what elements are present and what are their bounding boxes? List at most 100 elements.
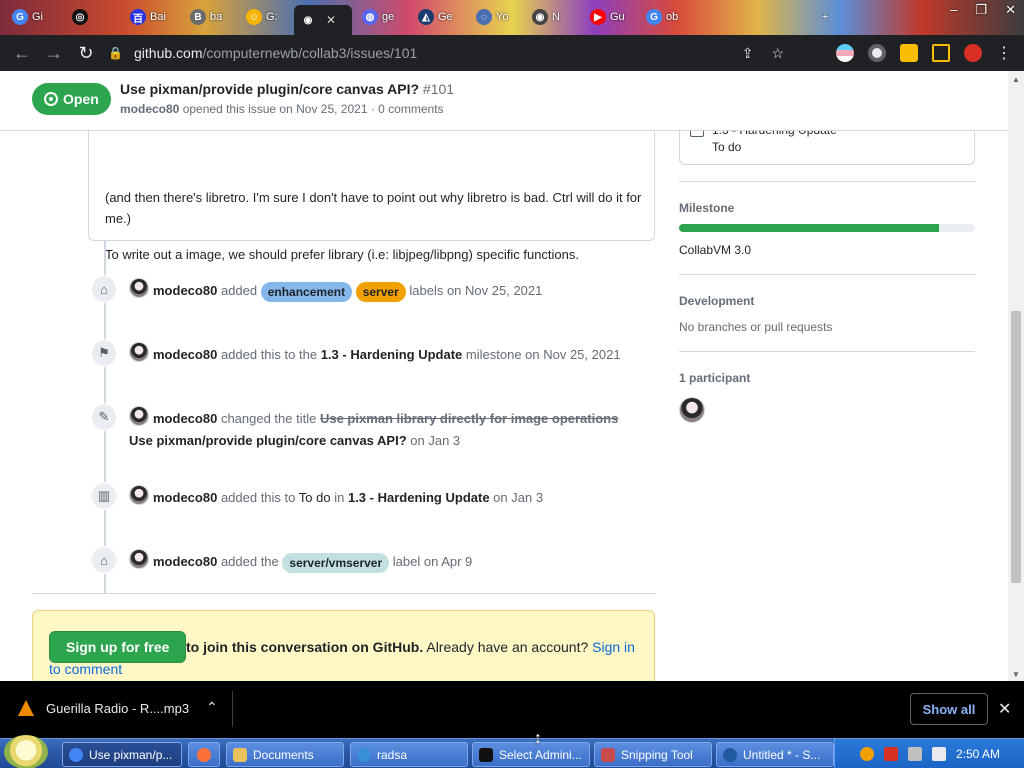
system-tray: 2:50 AM [834, 739, 1024, 768]
actor-link[interactable]: modeco80 [153, 411, 217, 426]
browser-tab[interactable]: ☺ G: [240, 3, 284, 31]
network-icon[interactable] [883, 747, 898, 761]
project-link[interactable]: 1.3 - Hardening Update [348, 490, 490, 505]
profile-flag-icon[interactable] [836, 44, 854, 62]
record-icon[interactable] [868, 44, 886, 62]
volume-icon[interactable] [931, 747, 946, 761]
show-all-button[interactable]: Show all [910, 693, 988, 725]
actor-link[interactable]: modeco80 [153, 490, 217, 505]
start-button[interactable] [4, 735, 48, 768]
vlc-icon [18, 700, 34, 716]
divider [232, 691, 233, 727]
actor-link[interactable]: modeco80 [153, 554, 217, 569]
monitor-icon[interactable] [907, 747, 922, 761]
browser-tab[interactable]: Bba [184, 3, 228, 31]
share-icon[interactable]: ⇪ [742, 45, 754, 62]
chrome-icon [69, 747, 83, 762]
maximize-icon[interactable]: ❐ [975, 2, 987, 18]
taskbar-item[interactable]: Use pixman/p... [62, 742, 182, 767]
issue-opened-icon [44, 92, 58, 106]
chevron-up-icon[interactable]: ⌃ [206, 699, 218, 716]
google-icon: G [12, 9, 28, 25]
taskbar-item[interactable]: Snipping Tool [594, 742, 712, 767]
browser-tab[interactable]: 百 Bai [124, 3, 172, 31]
taskbar-item[interactable]: Documents [226, 742, 344, 767]
close-icon[interactable]: ✕ [998, 699, 1011, 719]
sign-up-button[interactable]: Sign up for free [49, 631, 187, 663]
author-link[interactable]: modeco80 [120, 102, 179, 116]
page-scrollbar[interactable]: ▲ ▼ [1008, 71, 1024, 681]
scroll-up-icon[interactable]: ▲ [1012, 75, 1020, 84]
old-title: Use pixman library directly for image op… [319, 411, 619, 426]
new-tab-button[interactable]: + [816, 3, 834, 31]
divider [679, 181, 975, 182]
tag-icon: ⌂ [92, 547, 116, 573]
participants-heading: 1 participant [679, 371, 751, 385]
taskbar: Use pixman/p... Documents radsa Select A… [0, 735, 1024, 768]
forward-icon[interactable]: → [38, 37, 70, 69]
site-icon: ☺ [246, 9, 262, 25]
browser-tab[interactable]: ◌ Yo [470, 3, 514, 31]
avatar[interactable] [129, 485, 149, 505]
actor-link[interactable]: modeco80 [153, 283, 217, 298]
url-host: github.com [134, 45, 203, 61]
tag-icon: ⌂ [92, 276, 116, 302]
app-icon [357, 747, 371, 762]
avatar[interactable] [129, 406, 149, 426]
folder-icon [233, 747, 247, 762]
taskbar-item[interactable] [188, 742, 220, 767]
label-enhancement[interactable]: enhancement [260, 281, 353, 302]
star-icon[interactable]: ☆ [771, 45, 784, 62]
search-icon[interactable] [859, 747, 874, 761]
browser-tab-active[interactable]: ◉ ✕ [294, 5, 352, 35]
actor-link[interactable]: modeco80 [153, 347, 217, 362]
baidu-icon: 百 [130, 9, 146, 25]
taskbar-item[interactable]: Select Admini... [472, 742, 590, 767]
app-icon [723, 747, 737, 762]
browser-tab[interactable]: G Gi [6, 3, 49, 31]
browser-tab[interactable]: ◉ N [526, 3, 566, 31]
github-icon: ◉ [532, 9, 548, 25]
comment-paragraph: (and then there's libretro. I'm sure I d… [105, 190, 642, 226]
browser-tab[interactable]: Gob [640, 3, 684, 31]
milestone-link[interactable]: 1.3 - Hardening Update [321, 347, 463, 362]
back-icon[interactable]: ← [6, 37, 38, 69]
scroll-down-icon[interactable]: ▼ [1012, 670, 1020, 679]
avatar[interactable] [129, 549, 149, 569]
divider [679, 274, 975, 275]
browser-tab[interactable]: ◎ [66, 3, 94, 31]
scroll-thumb[interactable] [1011, 311, 1021, 583]
minimize-icon[interactable]: – [950, 2, 957, 18]
close-window-icon[interactable]: ✕ [1005, 2, 1016, 18]
puzzle-icon[interactable] [900, 44, 918, 62]
divider [679, 351, 975, 352]
taskbar-item[interactable]: Untitled * - S... [716, 742, 834, 767]
browser-tab[interactable]: ◍ ge [356, 3, 400, 31]
download-item[interactable]: Guerilla Radio - R....mp3 [18, 700, 189, 716]
signup-prompt: to join this conversation on GitHub. Alr… [32, 610, 655, 681]
label-server-vmserver[interactable]: server/vmserver [282, 552, 390, 573]
label-server[interactable]: server [355, 281, 406, 302]
sidepanel-icon[interactable] [932, 44, 950, 62]
discord-icon: ◍ [362, 9, 378, 25]
participant-avatar[interactable] [679, 397, 705, 423]
address-bar[interactable]: 🔒 github.com/computernewb/collab3/issues… [108, 39, 824, 67]
url-path: /computernewb/collab3/issues/101 [202, 45, 418, 61]
google-icon: G [646, 9, 662, 25]
clock[interactable]: 2:50 AM [956, 747, 1000, 761]
lock-icon: 🔒 [108, 46, 123, 60]
avatar[interactable] [964, 44, 982, 62]
site-icon: ◌ [476, 9, 492, 25]
browser-tab-strip: G Gi ◎ 百 Bai Bba ☺ G: ◉ ✕ ◍ ge ◭ Ge ◌ Yo ◉ N ▶ Gu… [0, 0, 1024, 35]
avatar[interactable] [129, 342, 149, 362]
site-icon: ◎ [72, 9, 88, 25]
avatar[interactable] [129, 278, 149, 298]
more-menu-icon[interactable]: ⋮ [996, 43, 1012, 63]
browser-tab[interactable]: ▶ Gu [584, 3, 631, 31]
browser-tab[interactable]: ◭ Ge [412, 3, 459, 31]
site-icon: ◭ [418, 9, 434, 25]
reload-icon[interactable]: ↻ [70, 37, 102, 69]
close-tab-icon[interactable]: ✕ [326, 13, 336, 27]
taskbar-item[interactable]: radsa [350, 742, 468, 767]
milestone-link[interactable]: CollabVM 3.0 [679, 243, 751, 257]
